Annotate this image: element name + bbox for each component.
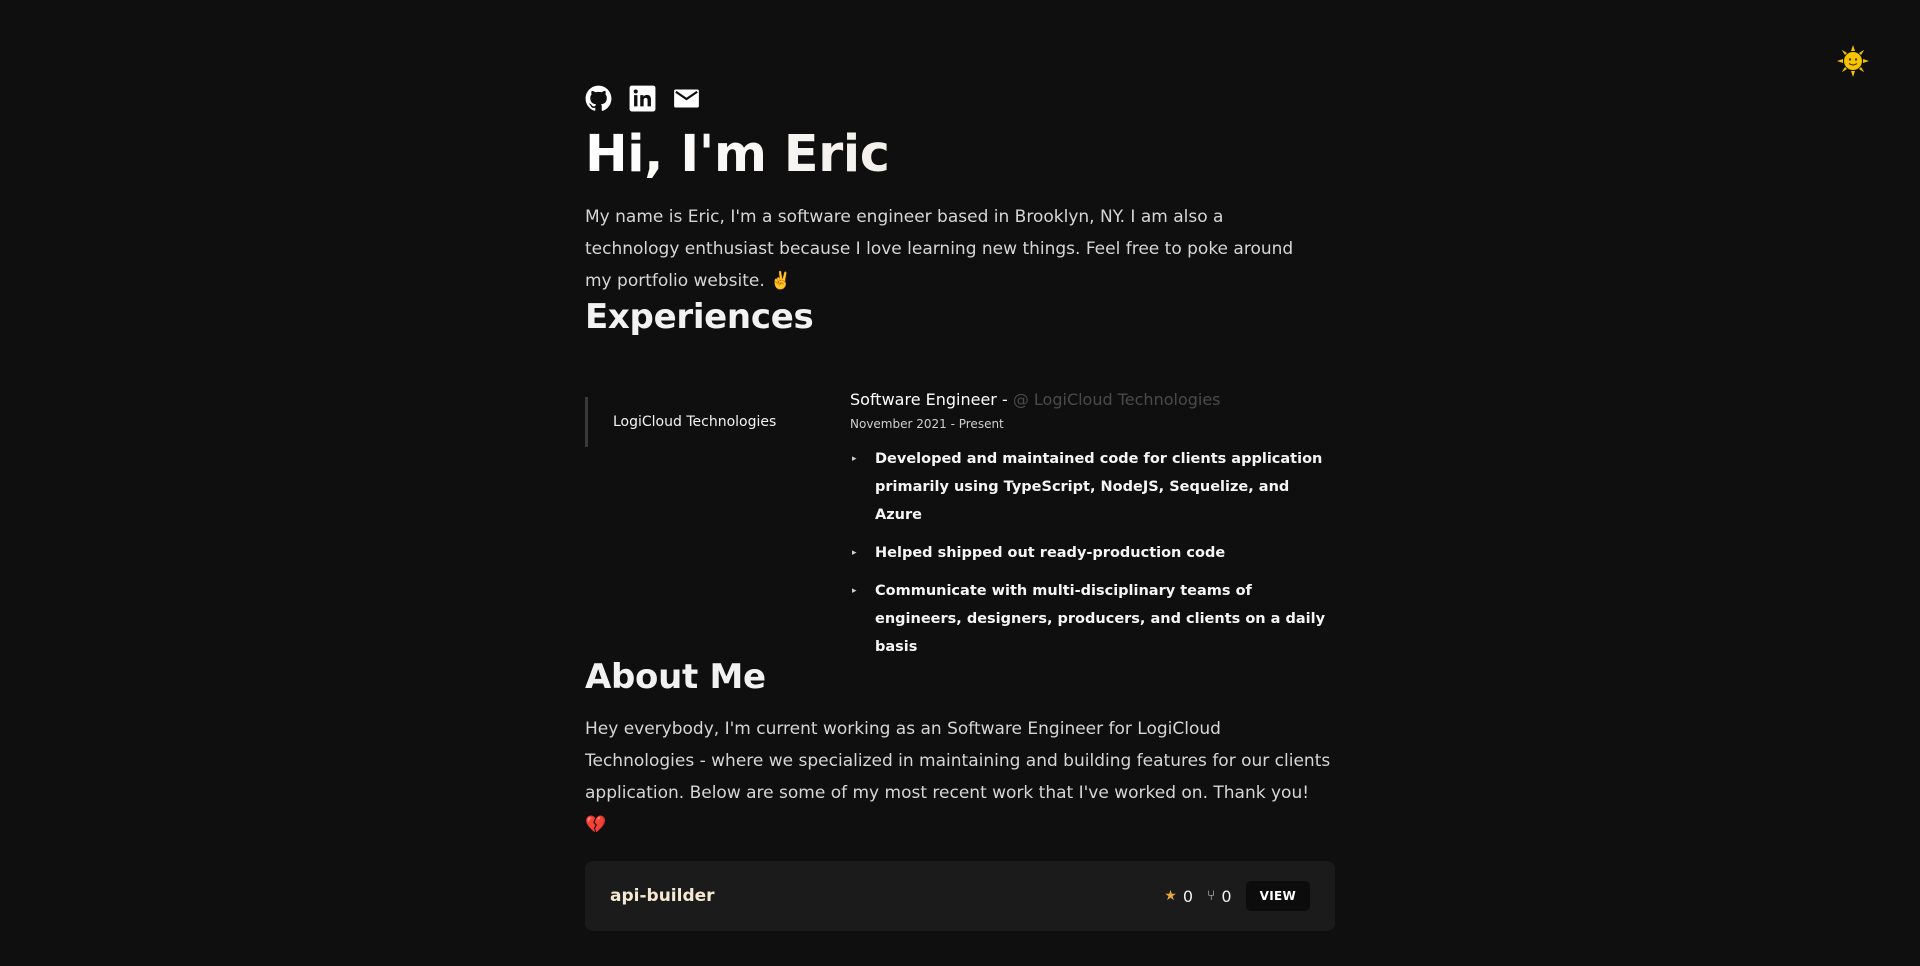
star-icon: ★ [1164,888,1177,905]
theme-toggle-button[interactable] [1836,45,1870,81]
fork-count: ⑂ 0 [1207,887,1232,906]
email-link[interactable] [673,85,700,112]
repo-stats: ★ 0 ⑂ 0 VIEW [1164,881,1310,912]
star-count: ★ 0 [1164,887,1193,906]
linkedin-icon [629,85,656,111]
experience-bullets: ▸ Developed and maintained code for clie… [850,445,1340,661]
experience-tab-logicloud[interactable]: LogiCloud Technologies [585,397,833,448]
experiences-heading: Experiences [585,297,814,338]
social-links [585,80,1335,116]
intro-paragraph: My name is Eric, I'm a software engineer… [585,207,1294,292]
list-item: ▸ Helped shipped out ready-production co… [850,539,1340,567]
experience-role: Software Engineer - [850,390,1013,410]
bullet-icon: ▸ [852,454,857,465]
bullet-text: Helped shipped out ready-production code [875,545,1226,562]
linkedin-link[interactable] [629,85,656,112]
list-item: ▸ Communicate with multi-disciplinary te… [850,577,1340,661]
portfolio-page: Hi, I'm Eric My name is Eric, I'm a soft… [0,0,1920,966]
experience-role-line: Software Engineer - @ LogiCloud Technolo… [850,387,1340,413]
fork-icon: ⑂ [1207,888,1216,905]
main-content: Hi, I'm Eric My name is Eric, I'm a soft… [585,80,1335,932]
experience-section: LogiCloud Technologies Software Engineer… [585,387,1335,657]
github-link[interactable] [585,85,612,112]
bullet-icon: ▸ [852,586,857,597]
mail-icon [674,89,699,107]
github-icon [585,85,612,111]
view-repo-button[interactable]: VIEW [1245,881,1310,912]
fork-value: 0 [1221,886,1232,906]
sun-icon [1837,45,1869,81]
experience-company: @ LogiCloud Technologies [1012,390,1221,410]
star-value: 0 [1182,886,1194,906]
bullet-text: Developed and maintained code for client… [875,451,1323,524]
bullet-icon: ▸ [852,548,857,559]
bullet-text: Communicate with multi-disciplinary team… [875,583,1326,656]
experience-detail: Software Engineer - @ LogiCloud Technolo… [850,387,1340,671]
about-paragraph: Hey everybody, I'm current working as an… [585,719,1331,836]
hero-title: Hi, I'm Eric [585,126,1335,183]
repo-name: api-builder [610,886,715,907]
experience-date: November 2021 - Present [850,417,1004,432]
list-item: ▸ Developed and maintained code for clie… [850,445,1340,529]
repo-card: api-builder ★ 0 ⑂ 0 VIEW [585,861,1335,932]
